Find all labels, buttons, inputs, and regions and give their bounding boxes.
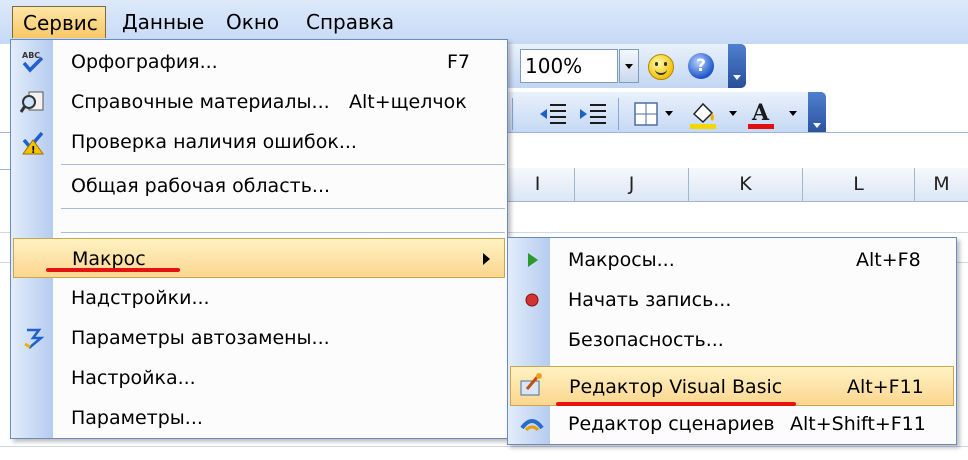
zoom-value: 100% [525, 54, 583, 78]
menu-window-label: Окно [226, 10, 280, 34]
menu-service[interactable]: Сервис [12, 6, 106, 38]
menu-separator [61, 208, 505, 209]
submenu-item-label: Редактор Visual Basic [569, 376, 783, 398]
zoom-input[interactable]: 100% [520, 49, 618, 83]
annotation-underline-vba [556, 402, 796, 406]
column-header[interactable]: I [500, 168, 574, 201]
toolbar2-options-grip[interactable] [808, 92, 826, 136]
svg-text:A: A [751, 100, 770, 126]
toolbar-separator [618, 98, 619, 130]
column-header[interactable]: M [914, 168, 968, 201]
menu-item-label: Параметры автозамены... [71, 327, 330, 349]
menu-item-shared-workspace[interactable]: Общая рабочая область... [11, 166, 507, 206]
play-icon [528, 253, 538, 267]
menu-item-addins[interactable]: Надстройки... [11, 278, 507, 318]
menu-item-shortcut: F7 [447, 51, 471, 73]
submenu-item-shortcut: Alt+Shift+F11 [790, 413, 926, 435]
menu-data-label: Данные [122, 10, 205, 34]
help-glyph: ? [696, 56, 706, 76]
menu-separator [61, 164, 505, 165]
submenu-item-label: Начать запись... [568, 289, 732, 311]
menu-separator [61, 232, 505, 233]
submenu-item-shortcut: Alt+F8 [856, 249, 921, 271]
menu-item-label: Макрос [72, 248, 146, 270]
submenu-item-vba-editor[interactable]: Редактор Visual Basic Alt+F11 [510, 366, 954, 406]
svg-text:!: ! [31, 145, 36, 156]
help-icon[interactable]: ? [688, 53, 714, 79]
submenu-arrow-icon [483, 253, 490, 265]
borders-dropdown-icon[interactable] [664, 110, 674, 118]
submenu-item-label: Макросы... [568, 249, 675, 271]
menu-window[interactable]: Окно [216, 6, 289, 38]
menu-item-label: Проверка наличия ошибок... [71, 131, 357, 153]
submenu-item-security[interactable]: Безопасность... [508, 320, 956, 360]
menu-item-spelling[interactable]: ABC Орфография... F7 [11, 42, 507, 82]
menu-item-label: Справочные материалы... [71, 91, 330, 113]
svg-text:ABC: ABC [22, 51, 40, 60]
column-headers: I J K L M [500, 168, 968, 202]
menu-item-customize[interactable]: Настройка... [11, 358, 507, 398]
font-color-icon[interactable]: A [746, 98, 778, 130]
submenu-item-label: Редактор сценариев [568, 413, 775, 435]
research-icon [19, 91, 44, 113]
menu-item-autocorrect[interactable]: Параметры автозамены... [11, 318, 507, 358]
column-header[interactable]: K [688, 168, 802, 201]
annotation-underline-macro [46, 268, 180, 272]
record-icon [525, 293, 539, 307]
menu-data[interactable]: Данные [112, 6, 214, 38]
menu-item-label: Общая рабочая область... [71, 175, 331, 197]
fill-color-icon[interactable] [688, 98, 720, 130]
menu-item-options[interactable]: Параметры... [11, 398, 507, 438]
submenu-item-script-editor[interactable]: Редактор сценариев Alt+Shift+F11 [508, 404, 956, 444]
submenu-item-label: Безопасность... [568, 329, 724, 351]
increase-indent-icon[interactable] [578, 100, 608, 128]
macro-submenu: Макросы... Alt+F8 Начать запись... Безоп… [507, 237, 957, 445]
menu-item-label: Надстройки... [71, 287, 210, 309]
menu-item-macro[interactable]: Макрос [13, 238, 505, 278]
submenu-item-shortcut: Alt+F11 [847, 376, 924, 398]
column-header[interactable]: L [802, 168, 914, 201]
submenu-item-record[interactable]: Начать запись... [508, 280, 956, 320]
decrease-indent-icon[interactable] [538, 100, 568, 128]
autocorrect-icon [24, 328, 45, 349]
grid-row-line [0, 446, 968, 447]
borders-icon[interactable] [632, 100, 660, 128]
zoom-dropdown-button[interactable] [619, 49, 639, 83]
script-editor-icon [520, 419, 544, 432]
menu-help[interactable]: Справка [296, 6, 404, 38]
spelling-abc-icon: ABC [22, 51, 44, 73]
menu-item-label: Параметры... [71, 407, 203, 429]
menu-help-label: Справка [306, 10, 395, 34]
menu-bar: Сервис Данные Окно Справка [0, 0, 968, 44]
menu-item-label: Настройка... [71, 367, 196, 389]
menu-item-error-check[interactable]: ! Проверка наличия ошибок... [11, 122, 507, 162]
error-check-icon: ! [22, 131, 44, 156]
column-header[interactable]: J [574, 168, 688, 201]
toolbar-separator-left [512, 98, 513, 130]
toolbar-options-grip[interactable] [728, 44, 746, 88]
vba-editor-icon [520, 373, 542, 396]
menu-item-label: Орфография... [71, 51, 218, 73]
menu-item-shortcut: Alt+щелчок [349, 91, 467, 113]
service-menu: ABC Орфография... F7 Справочные материал… [10, 39, 508, 439]
smiley-icon[interactable] [648, 54, 674, 80]
font-color-dropdown-icon[interactable] [788, 110, 798, 118]
fill-color-dropdown-icon[interactable] [728, 110, 738, 118]
menu-item-research[interactable]: Справочные материалы... Alt+щелчок [11, 82, 507, 122]
menu-service-label: Сервис [23, 11, 98, 35]
submenu-item-macros[interactable]: Макросы... Alt+F8 [508, 240, 956, 280]
